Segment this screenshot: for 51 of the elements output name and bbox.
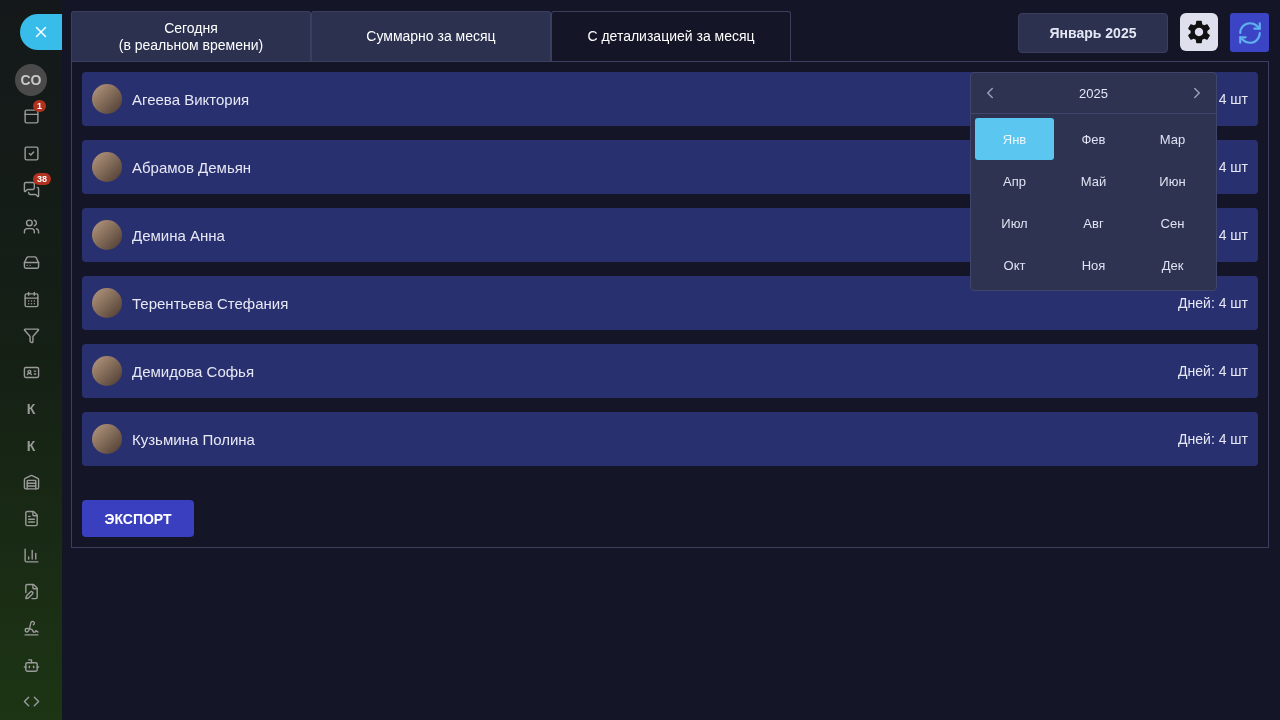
days-count: Дней: 4 шт bbox=[1178, 295, 1248, 311]
employee-name: Абрамов Демьян bbox=[132, 158, 252, 176]
edit-document-icon[interactable] bbox=[22, 583, 40, 601]
tab[interactable]: С детализацией за месяц bbox=[551, 11, 791, 61]
days-count: Дней: 4 шт bbox=[1178, 431, 1248, 447]
settings-button[interactable] bbox=[1180, 13, 1218, 51]
checkbox-icon[interactable] bbox=[22, 144, 40, 162]
sidebar-letter[interactable]: К bbox=[26, 401, 36, 418]
employee-name: Терентьева Стефания bbox=[132, 294, 289, 312]
chat-icon[interactable] bbox=[22, 181, 40, 199]
employee-name: Демидова Софья bbox=[132, 362, 255, 380]
month-button[interactable]: Январь 2025 bbox=[1018, 13, 1168, 53]
photo-placeholder bbox=[92, 220, 122, 250]
refresh-button[interactable] bbox=[1230, 13, 1269, 52]
refresh-icon bbox=[1236, 19, 1263, 46]
tab[interactable]: Сегодня (в реальном времени) bbox=[71, 11, 311, 61]
calendar-icon[interactable] bbox=[22, 290, 40, 308]
employee-name: Демина Анна bbox=[132, 226, 225, 244]
employee-row[interactable]: Терентьева Стефания Дней: 4 шт bbox=[82, 276, 1258, 330]
photo-placeholder bbox=[92, 424, 122, 454]
signature-icon[interactable] bbox=[22, 620, 40, 638]
photo-placeholder bbox=[92, 152, 122, 182]
warehouse-icon[interactable] bbox=[22, 473, 40, 491]
window-icon[interactable] bbox=[22, 107, 40, 125]
photo-placeholder bbox=[92, 84, 122, 114]
employee-name: Агеева Виктория bbox=[132, 90, 250, 108]
close-button[interactable] bbox=[20, 14, 62, 50]
user-avatar[interactable]: CO bbox=[15, 63, 47, 96]
days-count: 4 шт bbox=[1218, 159, 1248, 175]
sidebar-letter[interactable]: К bbox=[26, 437, 36, 454]
count-badge: 1 bbox=[33, 100, 46, 113]
tab[interactable]: Суммарно за месяц bbox=[311, 11, 551, 61]
document-icon[interactable] bbox=[22, 510, 40, 528]
drive-icon[interactable] bbox=[22, 254, 40, 272]
robot-icon[interactable] bbox=[22, 656, 40, 674]
photo-placeholder bbox=[92, 288, 122, 318]
employee-row[interactable]: Кузьмина Полина Дней: 4 шт bbox=[82, 412, 1258, 466]
photo-placeholder bbox=[92, 356, 122, 386]
days-count: 4 шт bbox=[1218, 91, 1248, 107]
id-card-icon[interactable] bbox=[22, 364, 40, 381]
export-button[interactable]: ЭКСПОРТ bbox=[82, 500, 194, 537]
count-badge: 38 bbox=[33, 173, 51, 186]
days-count: 4 шт bbox=[1218, 227, 1248, 243]
filter-icon[interactable] bbox=[22, 327, 40, 345]
bar-chart-icon[interactable] bbox=[22, 546, 40, 564]
people-icon[interactable] bbox=[22, 217, 40, 235]
days-count: Дней: 4 шт bbox=[1178, 363, 1248, 379]
employee-name: Кузьмина Полина bbox=[132, 430, 255, 448]
year-label: 2025 bbox=[1079, 85, 1108, 101]
settings-icon bbox=[1185, 18, 1213, 46]
employee-row[interactable]: Демидова Софья Дней: 4 шт bbox=[82, 344, 1258, 398]
